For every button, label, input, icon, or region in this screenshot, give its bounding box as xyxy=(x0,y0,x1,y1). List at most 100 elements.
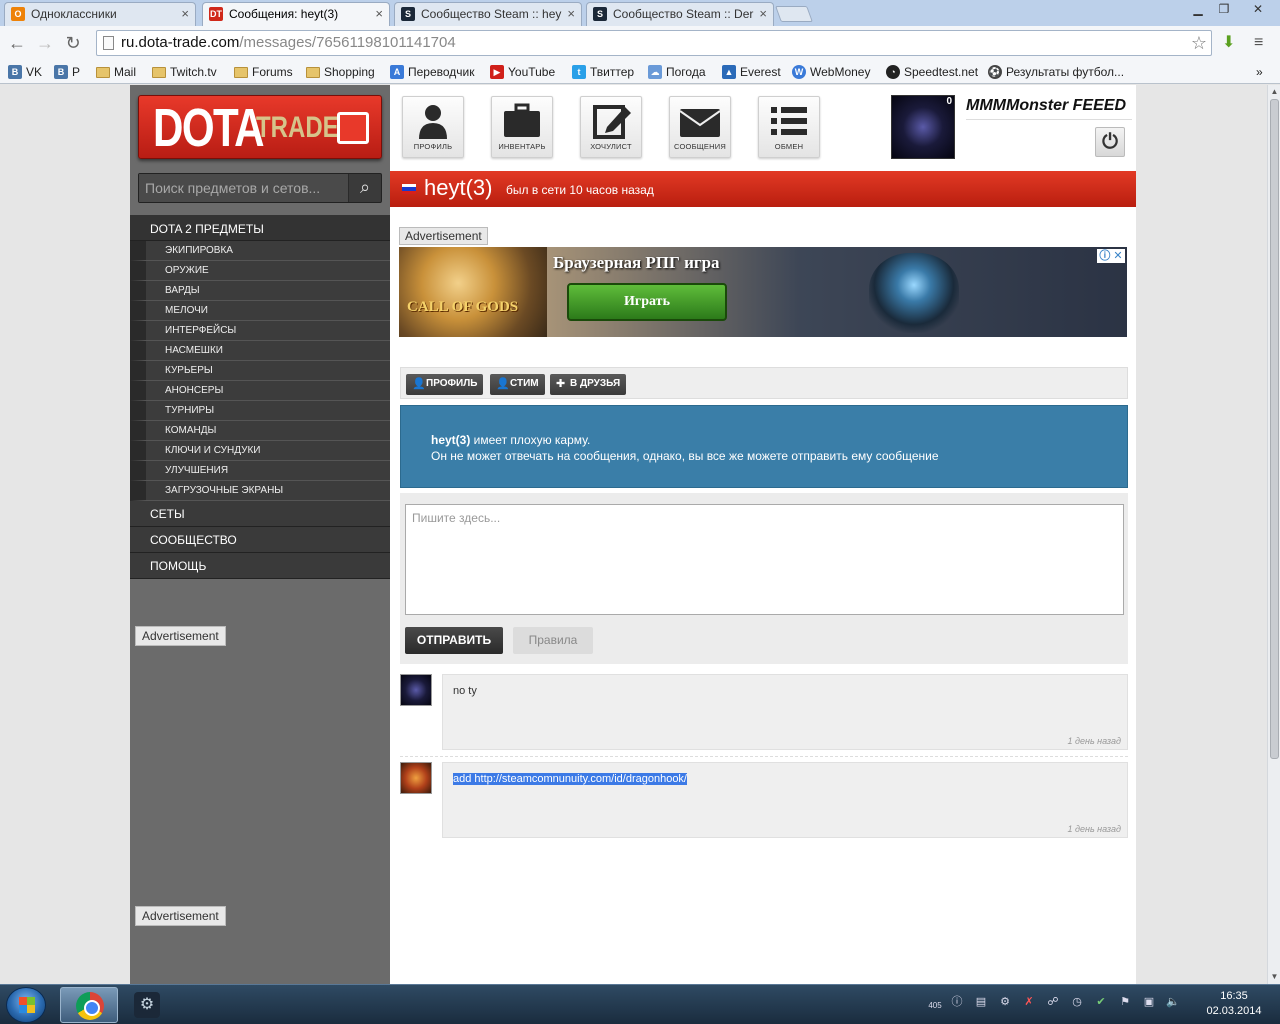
bookmark-vk[interactable]: B VK xyxy=(8,63,42,81)
tray-antivirus-icon[interactable]: ✗ xyxy=(1022,995,1036,1009)
send-button[interactable]: ОТПРАВИТЬ xyxy=(405,627,503,654)
tray-display-icon[interactable]: ▣ xyxy=(1142,995,1156,1009)
address-bar[interactable]: ru.dota-trade.com/messages/7656119810114… xyxy=(96,30,1212,56)
banner-play-button[interactable]: Играть xyxy=(567,283,727,321)
bookmark-label: Результаты футбол... xyxy=(1006,65,1125,79)
bookmark-twitch[interactable]: Twitch.tv xyxy=(152,63,217,81)
menu-help[interactable]: ПОМОЩЬ xyxy=(130,553,390,579)
bookmark-weather[interactable]: ☁ Погода xyxy=(648,63,706,81)
window-close-icon[interactable]: ✕ xyxy=(1240,2,1276,18)
close-icon[interactable]: × xyxy=(375,3,383,25)
search-input[interactable] xyxy=(139,174,349,202)
tray-network-icon[interactable]: ☍ xyxy=(1046,995,1060,1009)
tray-language-ru-icon[interactable]: ▤ xyxy=(974,995,988,1009)
bookmark-youtube[interactable]: ▶ YouTube xyxy=(490,63,555,81)
message-avatar[interactable] xyxy=(400,762,432,794)
tray-info-icon[interactable]: ⓘ xyxy=(950,995,964,1009)
bookmark-translate[interactable]: A Переводчик xyxy=(390,63,475,81)
submenu-item[interactable]: УЛУЧШЕНИЯ xyxy=(130,461,390,481)
nav-trade-button[interactable]: ОБМЕН xyxy=(758,96,820,158)
submenu-item[interactable]: ОРУЖИЕ xyxy=(130,261,390,281)
minimize-icon[interactable]: ▁ xyxy=(1184,2,1212,18)
user-avatar[interactable]: 0 xyxy=(891,95,955,159)
submenu-item[interactable]: ЗАГРУЗОЧНЫЕ ЭКРАНЫ xyxy=(130,481,390,501)
page-scrollbar[interactable]: ▲ ▼ xyxy=(1267,85,1280,984)
bookmark-star-icon[interactable]: ☆ xyxy=(1191,31,1207,55)
submenu-item[interactable]: ТУРНИРЫ xyxy=(130,401,390,421)
tray-volume-icon[interactable]: 🔈 xyxy=(1166,995,1180,1009)
submenu-item[interactable]: НАСМЕШКИ xyxy=(130,341,390,361)
browser-tab-steam-1[interactable]: S Сообщество Steam :: hey × xyxy=(394,2,582,26)
ad-banner[interactable]: CALL OF GODS Браузерная РПГ игра Играть … xyxy=(399,247,1127,337)
nav-wishlist-button[interactable]: ХОЧУЛИСТ xyxy=(580,96,642,158)
bookmark-p[interactable]: BP xyxy=(54,63,80,81)
extension-download-icon[interactable]: ⬇ xyxy=(1222,32,1240,51)
submenu-item[interactable]: КУРЬЕРЫ xyxy=(130,361,390,381)
submenu-item[interactable]: ЭКИПИРОВКА xyxy=(130,241,390,261)
sidebar-ad-label: Advertisement xyxy=(135,906,226,926)
tray-clock-icon[interactable]: ◷ xyxy=(1070,995,1084,1009)
taskbar-steam[interactable]: ⚙ xyxy=(122,987,170,1023)
submenu-item[interactable]: ВАРДЫ xyxy=(130,281,390,301)
logout-power-icon[interactable]: ⏻ xyxy=(1095,127,1125,157)
webmoney-icon: W xyxy=(792,65,806,79)
new-tab-button[interactable] xyxy=(775,6,813,22)
tray-battery-counter[interactable]: 405 xyxy=(926,999,944,1013)
taskbar-clock[interactable]: 16:35 02.03.2014 xyxy=(1196,989,1272,1019)
menu-dota2-items[interactable]: DOTA 2 ПРЕДМЕТЫ xyxy=(130,215,390,241)
bookmark-speedtest[interactable]: ◔ Speedtest.net xyxy=(886,63,978,81)
bookmark-webmoney[interactable]: W WebMoney xyxy=(792,63,870,81)
browser-tab-odnoklassniki[interactable]: O Одноклассники × xyxy=(4,2,196,26)
menu-community[interactable]: СООБЩЕСТВО xyxy=(130,527,390,553)
close-icon[interactable]: × xyxy=(759,3,767,25)
start-button[interactable] xyxy=(6,987,46,1023)
nav-messages-button[interactable]: СООБЩЕНИЯ xyxy=(669,96,731,158)
ad-info-close-icon[interactable]: ⓘ ✕ xyxy=(1097,249,1125,263)
submenu-item[interactable]: АНОНСЕРЫ xyxy=(130,381,390,401)
tray-flag-icon[interactable]: ⚑ xyxy=(1118,995,1132,1009)
message-avatar[interactable] xyxy=(400,674,432,706)
rules-button[interactable]: Правила xyxy=(513,627,593,654)
reload-icon[interactable]: ↻ xyxy=(62,32,84,54)
submenu-item[interactable]: КОМАНДЫ xyxy=(130,421,390,441)
submenu-item[interactable]: ИНТЕРФЕЙСЫ xyxy=(130,321,390,341)
nav-inventory-button[interactable]: ИНВЕНТАРЬ xyxy=(491,96,553,158)
browser-tab-steam-2[interactable]: S Сообщество Steam :: Der × xyxy=(586,2,774,26)
restore-icon[interactable]: ❐ xyxy=(1210,2,1238,18)
browser-tab-messages[interactable]: DT Сообщения: heyt(3) × xyxy=(202,2,390,26)
scrollbar-thumb[interactable] xyxy=(1270,99,1279,759)
scroll-down-icon[interactable]: ▼ xyxy=(1270,972,1279,982)
close-icon[interactable]: × xyxy=(567,3,575,25)
bookmark-forums[interactable]: Forums xyxy=(234,63,293,81)
forward-icon[interactable]: → xyxy=(34,32,56,54)
taskbar-chrome[interactable] xyxy=(60,987,118,1023)
submenu-item[interactable]: МЕЛОЧИ xyxy=(130,301,390,321)
bookmark-everest[interactable]: ▲ Everest xyxy=(722,63,781,81)
chrome-menu-icon[interactable]: ≡ xyxy=(1254,34,1272,52)
add-friend-button[interactable]: ✚ В ДРУЗЬЯ xyxy=(550,374,627,395)
dotatrade-icon: DT xyxy=(209,7,223,21)
close-icon[interactable]: × xyxy=(181,3,189,25)
username-divider xyxy=(966,119,1132,120)
submenu-item[interactable]: КЛЮЧИ И СУНДУКИ xyxy=(130,441,390,461)
steam-button[interactable]: 👤 СТИМ xyxy=(490,374,545,395)
bookmarks-overflow-icon[interactable]: » xyxy=(1256,63,1263,81)
profile-button[interactable]: 👤 ПРОФИЛЬ xyxy=(406,374,484,395)
bookmark-football[interactable]: ⚽ Результаты футбол... xyxy=(988,63,1124,81)
person-icon: 👤 xyxy=(496,378,510,390)
site-logo[interactable]: DOTA TRADE xyxy=(138,95,382,159)
tray-check-icon[interactable]: ✔ xyxy=(1094,995,1108,1009)
current-username[interactable]: MMMMonster FEEED xyxy=(966,97,1132,115)
scroll-up-icon[interactable]: ▲ xyxy=(1270,87,1279,97)
message-textarea[interactable] xyxy=(405,504,1124,615)
bookmark-twitter[interactable]: t Твиттер xyxy=(572,63,634,81)
message-text[interactable]: add http://steamcomnunuity.com/id/dragon… xyxy=(453,773,687,785)
bookmark-shopping[interactable]: Shopping xyxy=(306,63,375,81)
search-icon[interactable]: ⌕ xyxy=(353,177,377,199)
menu-sets[interactable]: СЕТЫ xyxy=(130,501,390,527)
message-text: no ty xyxy=(453,685,477,697)
tray-steam-icon[interactable]: ⚙ xyxy=(998,995,1012,1009)
bookmark-mail[interactable]: Mail xyxy=(96,63,136,81)
nav-profile-button[interactable]: ПРОФИЛЬ xyxy=(402,96,464,158)
back-icon[interactable]: ← xyxy=(6,32,28,54)
